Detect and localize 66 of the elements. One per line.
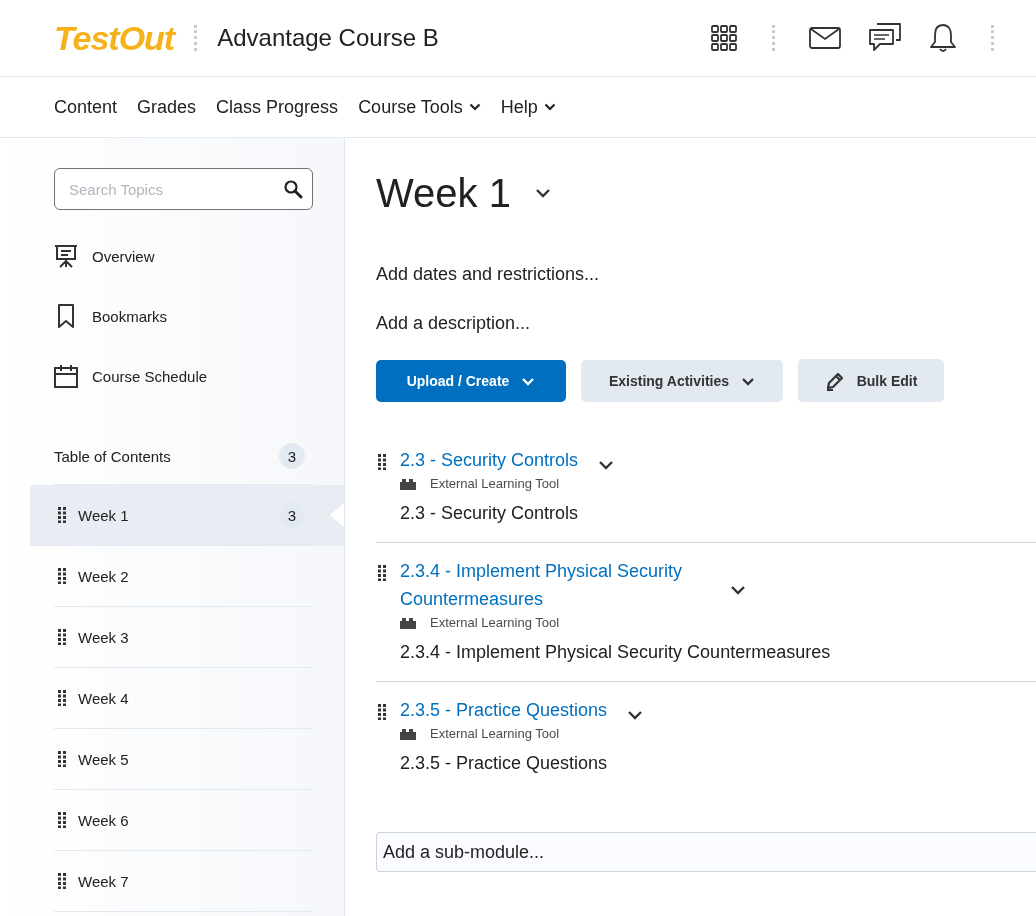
- grid-icon[interactable]: [710, 24, 738, 52]
- add-dates-link[interactable]: Add dates and restrictions...: [376, 264, 1036, 285]
- search-icon[interactable]: [283, 179, 303, 199]
- module-item[interactable]: Week 5: [54, 729, 313, 790]
- module-item[interactable]: Week 1 3: [30, 485, 344, 546]
- drag-handle-icon[interactable]: [378, 704, 386, 720]
- drag-handle-icon[interactable]: [58, 507, 66, 523]
- chevron-down-icon[interactable]: [534, 188, 551, 198]
- presentation-board-icon: [54, 244, 78, 268]
- topic-type: External Learning Tool: [430, 726, 560, 741]
- count-badge: 3: [279, 502, 305, 528]
- nav-link[interactable]: Class Progress: [216, 96, 339, 118]
- nav-link[interactable]: Course Tools: [358, 96, 481, 118]
- chevron-down-icon[interactable]: [730, 585, 746, 595]
- drag-handle-icon[interactable]: [378, 454, 386, 470]
- topic-link[interactable]: 2.3.5 - Practice Questions: [400, 696, 608, 724]
- drag-handle-icon[interactable]: [58, 812, 66, 828]
- topic-description: 2.3 - Security Controls: [400, 503, 580, 524]
- module-item[interactable]: Week 6: [54, 790, 313, 851]
- count-badge: 3: [279, 443, 305, 469]
- lego-brick-icon: [400, 616, 416, 629]
- module-item[interactable]: Week 3: [54, 607, 313, 668]
- pencil-icon: [824, 370, 845, 391]
- topic-type: External Learning Tool: [430, 476, 560, 491]
- topic-description: 2.3.5 - Practice Questions: [400, 753, 609, 774]
- caret-icon: [468, 103, 481, 111]
- drag-handle-icon[interactable]: [378, 565, 386, 581]
- add-sub-module-field[interactable]: Add a sub-module...: [376, 832, 1036, 872]
- drag-handle-icon[interactable]: [58, 690, 66, 706]
- search-field[interactable]: Search Topics: [54, 168, 313, 210]
- module-item[interactable]: Week 7: [54, 851, 313, 912]
- lego-brick-icon: [400, 727, 416, 740]
- chat-icon[interactable]: [869, 23, 901, 53]
- table-of-contents-heading: Table of Contents: [54, 447, 171, 465]
- lego-brick-icon: [400, 477, 416, 490]
- topic-link[interactable]: 2.3 - Security Controls: [400, 446, 579, 474]
- module-item[interactable]: Week 2: [54, 546, 313, 607]
- drag-handle-icon[interactable]: [58, 751, 66, 767]
- topic-link[interactable]: 2.3.4 - Implement Physical Security Countermeasures: [400, 557, 710, 613]
- mail-icon[interactable]: [809, 27, 841, 49]
- selection-notch: [330, 503, 344, 527]
- chevron-down-icon: [521, 376, 536, 386]
- upload-create-button[interactable]: Upload / Create: [376, 360, 566, 402]
- nav-link[interactable]: Content: [54, 96, 118, 118]
- nav-link[interactable]: Grades: [137, 96, 197, 118]
- chevron-down-icon[interactable]: [598, 460, 615, 470]
- bell-icon[interactable]: [929, 23, 957, 53]
- caret-icon: [543, 103, 556, 111]
- course-title[interactable]: Advantage Course B: [217, 24, 439, 52]
- chevron-down-icon[interactable]: [627, 710, 644, 720]
- calendar-icon: [54, 364, 78, 388]
- existing-activities-button[interactable]: Existing Activities: [581, 360, 783, 402]
- topic-type: External Learning Tool: [430, 615, 560, 630]
- chevron-down-icon: [741, 376, 756, 386]
- module-title: Week 1: [376, 170, 511, 216]
- drag-handle-icon[interactable]: [58, 629, 66, 645]
- drag-handle-icon[interactable]: [58, 873, 66, 889]
- nav-link[interactable]: Help: [500, 96, 556, 118]
- bulk-edit-button[interactable]: Bulk Edit: [798, 359, 944, 402]
- drag-handle-icon[interactable]: [58, 568, 66, 584]
- topic-description: 2.3.4 - Implement Physical Security Countermeasures: [400, 642, 831, 663]
- bookmarks-link[interactable]: Bookmarks: [54, 304, 313, 328]
- schedule-link[interactable]: Course Schedule: [54, 364, 313, 388]
- overview-link[interactable]: Overview: [54, 244, 313, 268]
- module-item[interactable]: Week 4: [54, 668, 313, 729]
- add-description-link[interactable]: Add a description...: [376, 313, 1036, 334]
